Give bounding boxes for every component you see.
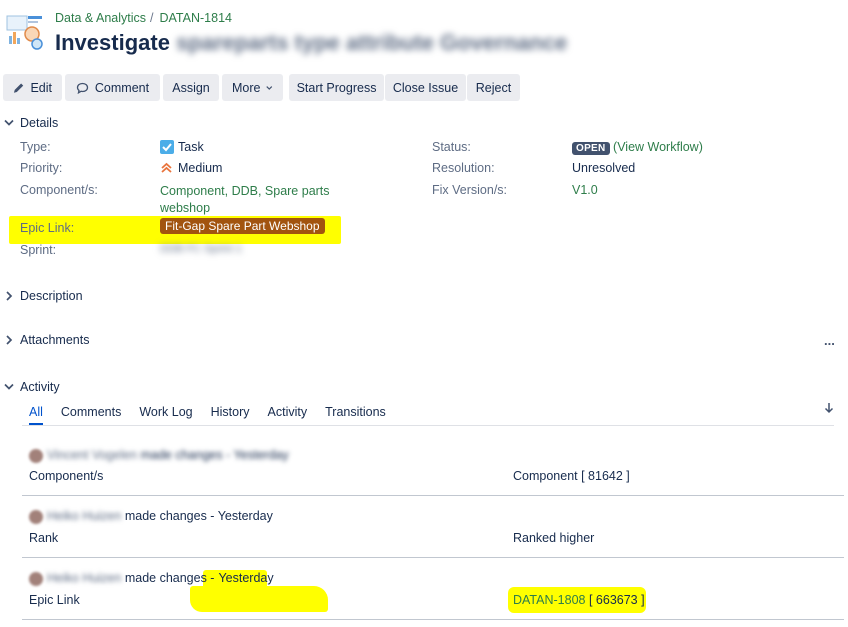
chevron-right-icon <box>6 291 13 301</box>
fix-version-label: Fix Version/s: <box>432 183 508 197</box>
comment-button[interactable]: Comment <box>65 74 160 101</box>
description-heading: Description <box>20 289 83 303</box>
sprint-value-redacted[interactable]: DDB FC Sprint 1 <box>160 243 242 255</box>
type-value-text: Task <box>178 140 204 154</box>
breadcrumb-project-link[interactable]: Data & Analytics <box>55 11 146 25</box>
history-new-value: Ranked higher <box>513 531 595 545</box>
fix-version-value[interactable]: V1.0 <box>572 183 598 197</box>
edit-button[interactable]: Edit <box>3 74 62 101</box>
history-user-redacted[interactable]: Heiko Huizen <box>47 571 121 585</box>
comment-icon <box>76 82 89 94</box>
details-heading: Details <box>20 116 59 130</box>
activity-toggle[interactable]: Activity <box>4 380 60 394</box>
epic-issue-id: [ 663673 ] <box>588 593 645 607</box>
comment-button-label: Comment <box>94 80 150 95</box>
priority-value: Medium <box>160 161 222 175</box>
close-issue-button-label: Close Issue <box>392 80 459 95</box>
epic-link-value[interactable]: Fit-Gap Spare Part Webshop <box>160 218 325 234</box>
tab-history[interactable]: History <box>211 405 250 425</box>
history-action-time: Yesterday <box>218 571 274 585</box>
tab-work-log[interactable]: Work Log <box>139 405 192 425</box>
epic-link-tag[interactable]: Fit-Gap Spare Part Webshop <box>160 218 325 234</box>
history-entry-header: Heiko Huizen made changes - Yesterday <box>29 509 273 524</box>
row-divider <box>22 495 844 496</box>
issue-toolbar: Edit Comment Assign More Start Progress … <box>3 74 523 101</box>
tab-activity[interactable]: Activity <box>268 405 308 425</box>
more-button[interactable]: More <box>222 74 283 101</box>
resolution-value: Unresolved <box>572 161 636 175</box>
breadcrumb: Data & Analytics / DATAN-1814 <box>55 11 232 25</box>
activity-tabs: All Comments Work Log History Activity T… <box>29 405 386 425</box>
avatar <box>29 448 43 463</box>
history-field: Epic Link <box>29 593 80 607</box>
breadcrumb-issue-link[interactable]: DATAN-1814 <box>160 11 232 25</box>
chevron-down-icon <box>266 85 273 90</box>
assign-button-label: Assign <box>172 80 210 95</box>
edit-button-label: Edit <box>30 80 52 95</box>
description-toggle[interactable]: Description <box>4 289 83 303</box>
components-value-line2[interactable]: webshop <box>160 200 330 217</box>
sort-order-button[interactable] <box>824 402 834 417</box>
history-field: Component/s <box>29 469 104 483</box>
issue-title[interactable]: Investigate spareparts type attribute Go… <box>55 30 567 56</box>
history-user-redacted[interactable]: Heiko Huizen <box>47 509 121 523</box>
pencil-icon <box>13 83 24 93</box>
resolution-label: Resolution: <box>432 161 495 175</box>
type-value: Task <box>160 140 204 154</box>
row-divider <box>22 557 844 558</box>
start-progress-button-label: Start Progress <box>296 80 377 95</box>
assign-button[interactable]: Assign <box>163 74 219 101</box>
epic-issue-link[interactable]: DATAN-1808 <box>513 593 585 607</box>
history-new-value: DATAN-1808 [ 663673 ] <box>513 593 645 607</box>
activity-heading: Activity <box>20 380 60 394</box>
history-action: made changes - Yesterday <box>124 509 273 523</box>
history-action: made changes - <box>124 571 215 585</box>
project-avatar[interactable] <box>4 10 48 54</box>
reject-button-label: Reject <box>475 80 512 95</box>
avatar <box>29 509 43 524</box>
chevron-down-icon <box>4 119 14 126</box>
status-value: OPEN (View Workflow) <box>572 140 703 155</box>
task-checkbox-icon <box>160 140 174 154</box>
history-new-value: Component [ 81642 ] <box>513 469 630 483</box>
view-workflow-link[interactable]: (View Workflow) <box>613 140 703 154</box>
chevron-right-icon <box>6 335 13 345</box>
arrow-down-icon <box>824 403 834 414</box>
components-label: Component/s: <box>20 183 98 197</box>
epic-link-label: Epic Link: <box>20 221 75 235</box>
history-entry-header: Vincent Vogelen made changes - Yesterday <box>29 448 289 463</box>
tab-all[interactable]: All <box>29 405 43 425</box>
priority-value-text: Medium <box>178 161 223 175</box>
tab-transitions[interactable]: Transitions <box>325 405 386 425</box>
status-lozenge: OPEN <box>572 142 610 155</box>
close-issue-button[interactable]: Close Issue <box>385 74 466 101</box>
issue-title-text: Investigate <box>55 30 170 55</box>
attachments-toggle[interactable]: Attachments <box>4 333 89 347</box>
status-label: Status: <box>432 140 471 154</box>
attachments-heading: Attachments <box>20 333 90 347</box>
reject-button[interactable]: Reject <box>467 74 520 101</box>
priority-label: Priority: <box>20 161 63 175</box>
type-label: Type: <box>20 140 51 154</box>
more-button-label: More <box>232 80 261 95</box>
components-value[interactable]: Component, DDB, Spare parts webshop <box>160 183 330 217</box>
issue-title-redacted: spareparts type attribute Governance <box>176 30 568 55</box>
start-progress-button[interactable]: Start Progress <box>289 74 384 101</box>
history-entry-header: Heiko Huizen made changes - Yesterday <box>29 571 274 586</box>
history-field: Rank <box>29 531 59 545</box>
components-value-line1[interactable]: Component, DDB, Spare parts <box>160 183 330 200</box>
attachments-more-button[interactable]: ... <box>824 333 835 348</box>
details-toggle[interactable]: Details <box>4 116 58 130</box>
priority-medium-icon <box>161 162 172 173</box>
breadcrumb-separator: / <box>150 11 154 25</box>
tabs-divider <box>22 425 834 426</box>
avatar <box>29 571 43 586</box>
history-action-redacted: made changes - Yesterday <box>140 448 289 462</box>
row-divider <box>22 619 844 620</box>
chevron-down-icon <box>4 383 14 390</box>
tab-comments[interactable]: Comments <box>61 405 121 425</box>
history-user-redacted[interactable]: Vincent Vogelen <box>47 448 137 462</box>
sprint-label: Sprint: <box>20 243 57 257</box>
